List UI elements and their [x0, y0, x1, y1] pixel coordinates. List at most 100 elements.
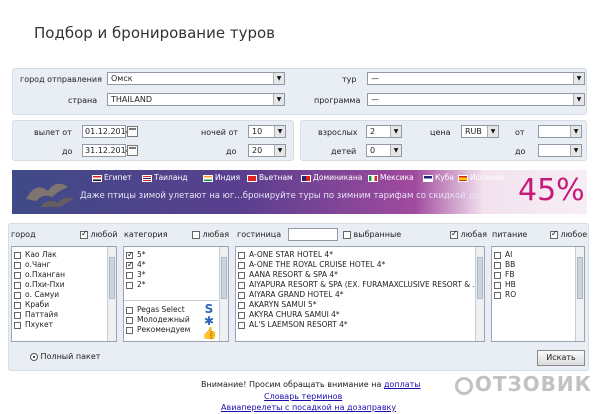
- list-item[interactable]: RO: [492, 290, 584, 300]
- list-item[interactable]: о.Чанг: [12, 260, 116, 270]
- full-package-radio[interactable]: Полный пакет: [30, 352, 100, 361]
- list-item[interactable]: HB: [492, 280, 584, 290]
- checkbox-icon[interactable]: [14, 271, 21, 279]
- search-button[interactable]: Искать: [537, 350, 585, 366]
- hotel-selected-toggle[interactable]: выбранные: [343, 230, 401, 239]
- checkbox-icon[interactable]: [494, 261, 501, 269]
- meal-label: питание: [492, 230, 528, 239]
- city-list[interactable]: Као Лак о.Чанг о.Пханган о.Пхи-Пхи о. Самуи К…: [11, 246, 117, 342]
- children-select[interactable]: 0 ▼: [366, 144, 402, 157]
- list-item[interactable]: Паттайя: [12, 310, 116, 320]
- list-item[interactable]: AIYARA GRAND HOTEL 4*: [236, 290, 484, 300]
- checkbox-icon[interactable]: [14, 261, 21, 269]
- tab-india[interactable]: Индия: [203, 173, 240, 182]
- list-item[interactable]: 3*: [124, 270, 228, 280]
- checkbox-icon[interactable]: [238, 261, 245, 269]
- checkbox-icon[interactable]: [238, 271, 245, 279]
- list-item[interactable]: AL'S LAEMSON RESORT 4*: [236, 320, 484, 330]
- price-to-input[interactable]: ▼: [538, 144, 582, 157]
- tab-vietnam[interactable]: Вьетнам: [247, 173, 293, 182]
- checkbox-icon[interactable]: [494, 251, 501, 259]
- checkbox-icon[interactable]: [126, 260, 134, 270]
- calendar-icon[interactable]: [127, 145, 138, 156]
- checkbox-icon[interactable]: [126, 326, 133, 334]
- nights-from-select[interactable]: 10 ▼: [248, 125, 286, 138]
- departure-city-select[interactable]: Омск ▼: [107, 72, 285, 85]
- meal-list[interactable]: AI BB FB HB RO: [491, 246, 585, 342]
- hotel-list[interactable]: A-ONE STAR HOTEL 4* A-ONE THE ROYAL CRUIS…: [235, 246, 485, 342]
- checkbox-icon[interactable]: [126, 306, 133, 314]
- list-item[interactable]: Као Лак: [12, 250, 116, 260]
- checkbox-icon[interactable]: [238, 311, 245, 319]
- tab-spain[interactable]: Испания: [458, 173, 504, 182]
- price-from-input[interactable]: ▼: [538, 125, 582, 138]
- list-item[interactable]: Краби: [12, 300, 116, 310]
- tab-mexico[interactable]: Мексика: [368, 173, 414, 182]
- meal-any-toggle[interactable]: любое: [550, 229, 587, 239]
- scrollbar[interactable]: [475, 247, 484, 341]
- list-item[interactable]: AIYAPURA RESORT & SPA (EX. FURAMAXCLUSIV…: [236, 280, 484, 290]
- scrollbar[interactable]: [107, 247, 116, 341]
- tour-select[interactable]: — ▼: [367, 72, 585, 85]
- country-select[interactable]: THAILAND ▼: [107, 93, 285, 106]
- list-item[interactable]: A-ONE STAR HOTEL 4*: [236, 250, 484, 260]
- list-item[interactable]: о. Самуи: [12, 290, 116, 300]
- surcharges-link[interactable]: доплаты: [384, 380, 421, 389]
- category-list[interactable]: 5*4*3*2* Pegas SelectМолодежныйРекоменду…: [123, 246, 229, 342]
- city-any-toggle[interactable]: любой: [80, 229, 117, 239]
- terms-link[interactable]: Словарь терминов: [264, 392, 342, 401]
- checkbox-icon[interactable]: [14, 291, 21, 299]
- checkbox-icon[interactable]: [126, 281, 133, 289]
- checkbox-icon[interactable]: [126, 271, 133, 279]
- checkbox-icon[interactable]: [494, 271, 501, 279]
- scrollbar[interactable]: [219, 247, 228, 341]
- checkbox-icon[interactable]: [238, 321, 245, 329]
- list-item[interactable]: BB: [492, 260, 584, 270]
- hotel-search-input[interactable]: [288, 228, 338, 241]
- checkbox-icon[interactable]: [126, 316, 133, 324]
- program-select[interactable]: — ▼: [367, 93, 585, 106]
- category-any-toggle[interactable]: любая: [192, 230, 229, 239]
- checkbox-icon[interactable]: [14, 251, 21, 259]
- list-item[interactable]: A-ONE THE ROYAL CRUISE HOTEL 4*: [236, 260, 484, 270]
- list-item[interactable]: 2*: [124, 280, 228, 290]
- promo-banner[interactable]: Египет Таиланд Индия Вьетнам Доминикана …: [12, 170, 587, 214]
- list-item[interactable]: о.Пхи-Пхи: [12, 280, 116, 290]
- currency-select[interactable]: RUB ▼: [461, 125, 499, 138]
- list-item[interactable]: Пхукет: [12, 320, 116, 330]
- calendar-icon[interactable]: [127, 126, 138, 137]
- tab-cuba[interactable]: Куба: [423, 173, 454, 182]
- tab-dominicana[interactable]: Доминикана: [301, 173, 362, 182]
- list-item[interactable]: AANA RESORT & SPA 4*: [236, 270, 484, 280]
- checkbox-icon[interactable]: [238, 281, 245, 289]
- depart-to-input[interactable]: 31.12.2014: [82, 144, 131, 157]
- list-item[interactable]: AI: [492, 250, 584, 260]
- checkbox-icon[interactable]: [238, 291, 245, 299]
- tab-thailand[interactable]: Таиланд: [142, 173, 188, 182]
- hotel-any-toggle[interactable]: любая: [450, 229, 487, 239]
- checkbox-icon[interactable]: [14, 301, 21, 309]
- tab-egypt[interactable]: Египет: [92, 173, 131, 182]
- list-item[interactable]: AKYRA CHURA SAMUI 4*: [236, 310, 484, 320]
- flights-link[interactable]: Авиаперелеты с посадкой на дозаправку: [221, 403, 396, 412]
- list-item[interactable]: 4*: [124, 260, 228, 270]
- checkbox-icon[interactable]: [238, 251, 245, 259]
- checkbox-icon[interactable]: [14, 281, 21, 289]
- list-item[interactable]: FB: [492, 270, 584, 280]
- checkbox-icon[interactable]: [126, 250, 134, 260]
- checkbox-icon[interactable]: [14, 321, 21, 329]
- list-item[interactable]: AKARYN SAMUI 5*: [236, 300, 484, 310]
- checkbox-icon[interactable]: [14, 311, 21, 319]
- scrollbar[interactable]: [575, 247, 584, 341]
- checkbox-icon[interactable]: [494, 281, 501, 289]
- checkbox-icon[interactable]: [494, 291, 501, 299]
- adults-select[interactable]: 2 ▼: [366, 125, 402, 138]
- nights-to-select[interactable]: 20 ▼: [248, 144, 286, 157]
- full-package-label: Полный пакет: [40, 352, 101, 361]
- list-item-label: AKYRA CHURA SAMUI 4*: [249, 310, 340, 319]
- depart-from-input[interactable]: 01.12.2014: [82, 125, 131, 138]
- list-item[interactable]: 5*: [124, 250, 228, 260]
- checkbox-icon[interactable]: [238, 301, 245, 309]
- list-item[interactable]: о.Пханган: [12, 270, 116, 280]
- price-label: цена: [430, 128, 451, 137]
